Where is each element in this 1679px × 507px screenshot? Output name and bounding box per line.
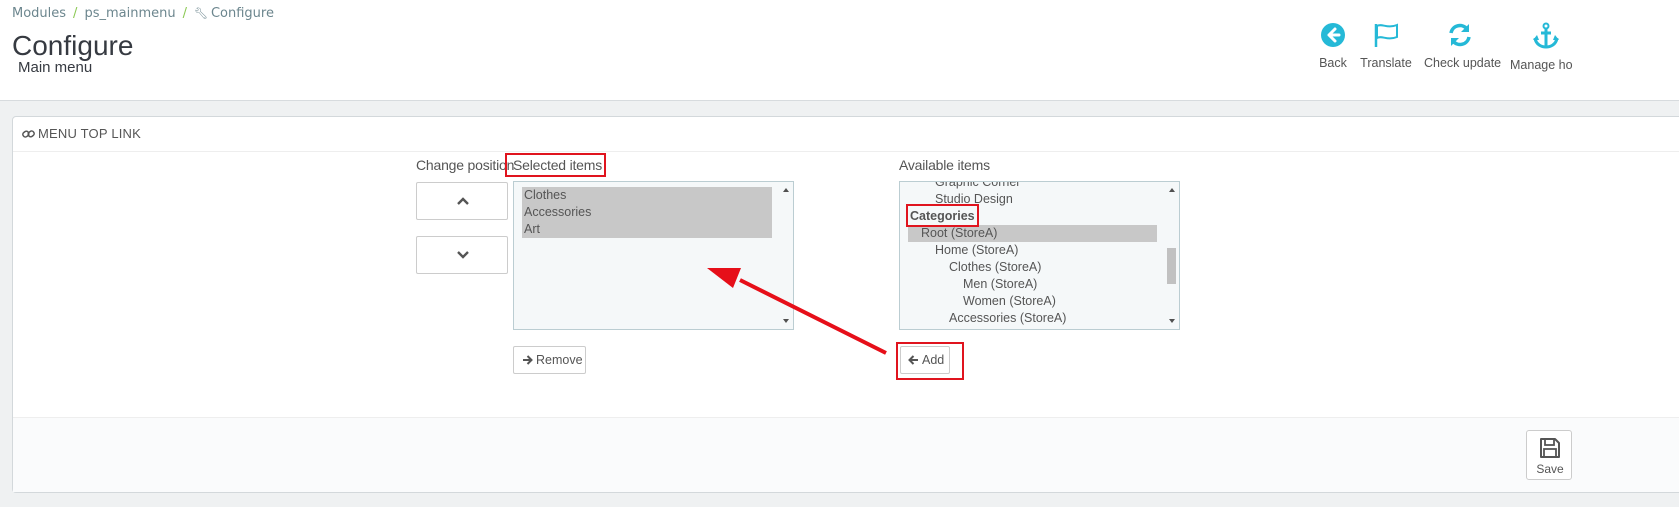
breadcrumb-ps-mainmenu[interactable]: ps_mainmenu [84,6,175,21]
available-list-scrollbar[interactable] [1165,182,1179,329]
scroll-up-icon[interactable] [783,188,789,192]
chevron-down-icon [457,251,469,259]
list-item[interactable]: Graphic Corner [935,182,1020,191]
flag-icon [1374,23,1398,47]
list-item[interactable]: Women (StoreA) [963,293,1056,310]
list-item[interactable]: Accessories (StoreA) [949,310,1066,327]
available-items-list[interactable]: Graphic Corner Studio Design Categories … [899,181,1180,330]
add-button[interactable]: Add [900,346,950,374]
available-items-label: Available items [899,157,990,173]
selected-items-list[interactable]: Clothes Accessories Art [513,181,794,330]
list-item[interactable]: Men (StoreA) [963,276,1037,293]
arrow-left-icon [908,355,918,365]
toolbar: Back Translate Check update Manage ho [0,22,1679,82]
refresh-icon [1449,23,1471,47]
selected-items-label: Selected items [513,157,603,173]
arrow-right-icon [523,355,533,365]
save-button[interactable]: Save [1526,430,1572,480]
chevron-up-icon [457,197,469,205]
anchor-icon [1533,22,1559,49]
breadcrumb-configure: Configure [210,6,274,21]
list-item[interactable]: Accessories [522,204,772,221]
page-header: Modules / ps_mainmenu / 🔧︎ Configure Configur… [0,0,1679,101]
remove-label: Remove [536,353,583,367]
check-update-button[interactable]: Check update [1424,22,1502,70]
scroll-up-icon[interactable] [1169,188,1175,192]
scroll-down-icon[interactable] [1169,319,1175,323]
breadcrumb-modules[interactable]: Modules [12,6,66,21]
list-item[interactable]: Clothes (StoreA) [949,259,1041,276]
list-item[interactable]: Studio Design [935,191,1013,208]
manage-hooks-label: Manage ho [1510,58,1573,72]
list-item[interactable]: Home (StoreA) [935,242,1018,259]
link-icon [22,130,35,138]
floppy-disk-icon [1540,438,1560,458]
manage-hooks-button[interactable]: Manage ho [1510,22,1586,72]
back-circle-icon [1321,23,1345,47]
scroll-thumb[interactable] [1167,248,1176,284]
wrench-icon: 🔧︎ [193,7,208,20]
back-button[interactable]: Back [1316,22,1350,70]
scroll-down-icon[interactable] [783,319,789,323]
check-update-label: Check update [1424,56,1502,70]
breadcrumb: Modules / ps_mainmenu / 🔧︎ Configure [12,6,274,21]
move-down-button[interactable] [416,236,508,274]
save-label: Save [1536,462,1564,476]
remove-button[interactable]: Remove [513,346,586,374]
list-item[interactable]: Art [522,221,772,238]
list-item[interactable]: Clothes [522,187,772,204]
change-position-label: Change position [416,157,515,173]
panel-footer: Save [13,417,1679,492]
menu-top-link-panel: MENU TOP LINK Save [12,116,1679,493]
list-item[interactable]: Root (StoreA) [908,225,1157,242]
selected-list-scrollbar[interactable] [779,182,793,329]
panel-heading: MENU TOP LINK [13,117,1679,152]
categories-group-label: Categories [910,209,975,223]
add-label: Add [922,353,945,367]
panel-heading-text: MENU TOP LINK [38,126,142,141]
back-label: Back [1319,56,1347,70]
translate-button[interactable]: Translate [1360,22,1412,70]
move-up-button[interactable] [416,182,508,220]
translate-label: Translate [1360,56,1412,70]
